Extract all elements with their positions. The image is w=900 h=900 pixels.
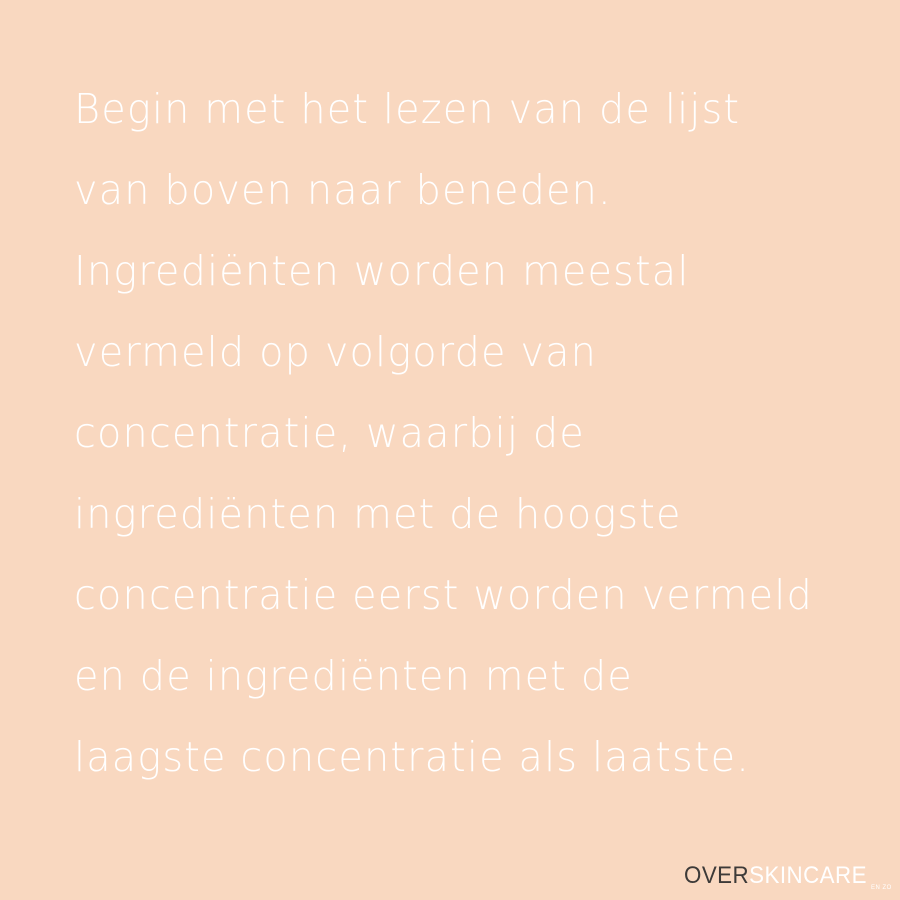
- body-text: Begin met het lezen van de lijst van bov…: [74, 72, 874, 801]
- text-line: vermeld op volgorde van: [74, 328, 598, 376]
- brand-logo: OVERSKINCARE EN ZO: [684, 862, 891, 891]
- text-line: en de ingrediënten met de: [74, 652, 633, 700]
- text-line: laagste concentratie als laatste.: [74, 733, 751, 781]
- logo-wordmark: OVERSKINCARE: [684, 862, 867, 890]
- text-line: ingrediënten met de hoogste: [74, 490, 682, 538]
- post-canvas: Begin met het lezen van de lijst van bov…: [0, 0, 900, 900]
- text-line: van boven naar beneden.: [74, 166, 612, 214]
- logo-suffix: EN ZO: [871, 885, 892, 891]
- text-line: Ingrediënten worden meestal: [74, 247, 690, 295]
- text-line: Begin met het lezen van de lijst: [74, 85, 741, 133]
- logo-part-skincare: SKINCARE: [749, 862, 867, 889]
- text-line: concentratie eerst worden vermeld: [74, 571, 813, 619]
- text-line: concentratie, waarbij de: [74, 409, 585, 457]
- logo-part-over: OVER: [684, 862, 750, 889]
